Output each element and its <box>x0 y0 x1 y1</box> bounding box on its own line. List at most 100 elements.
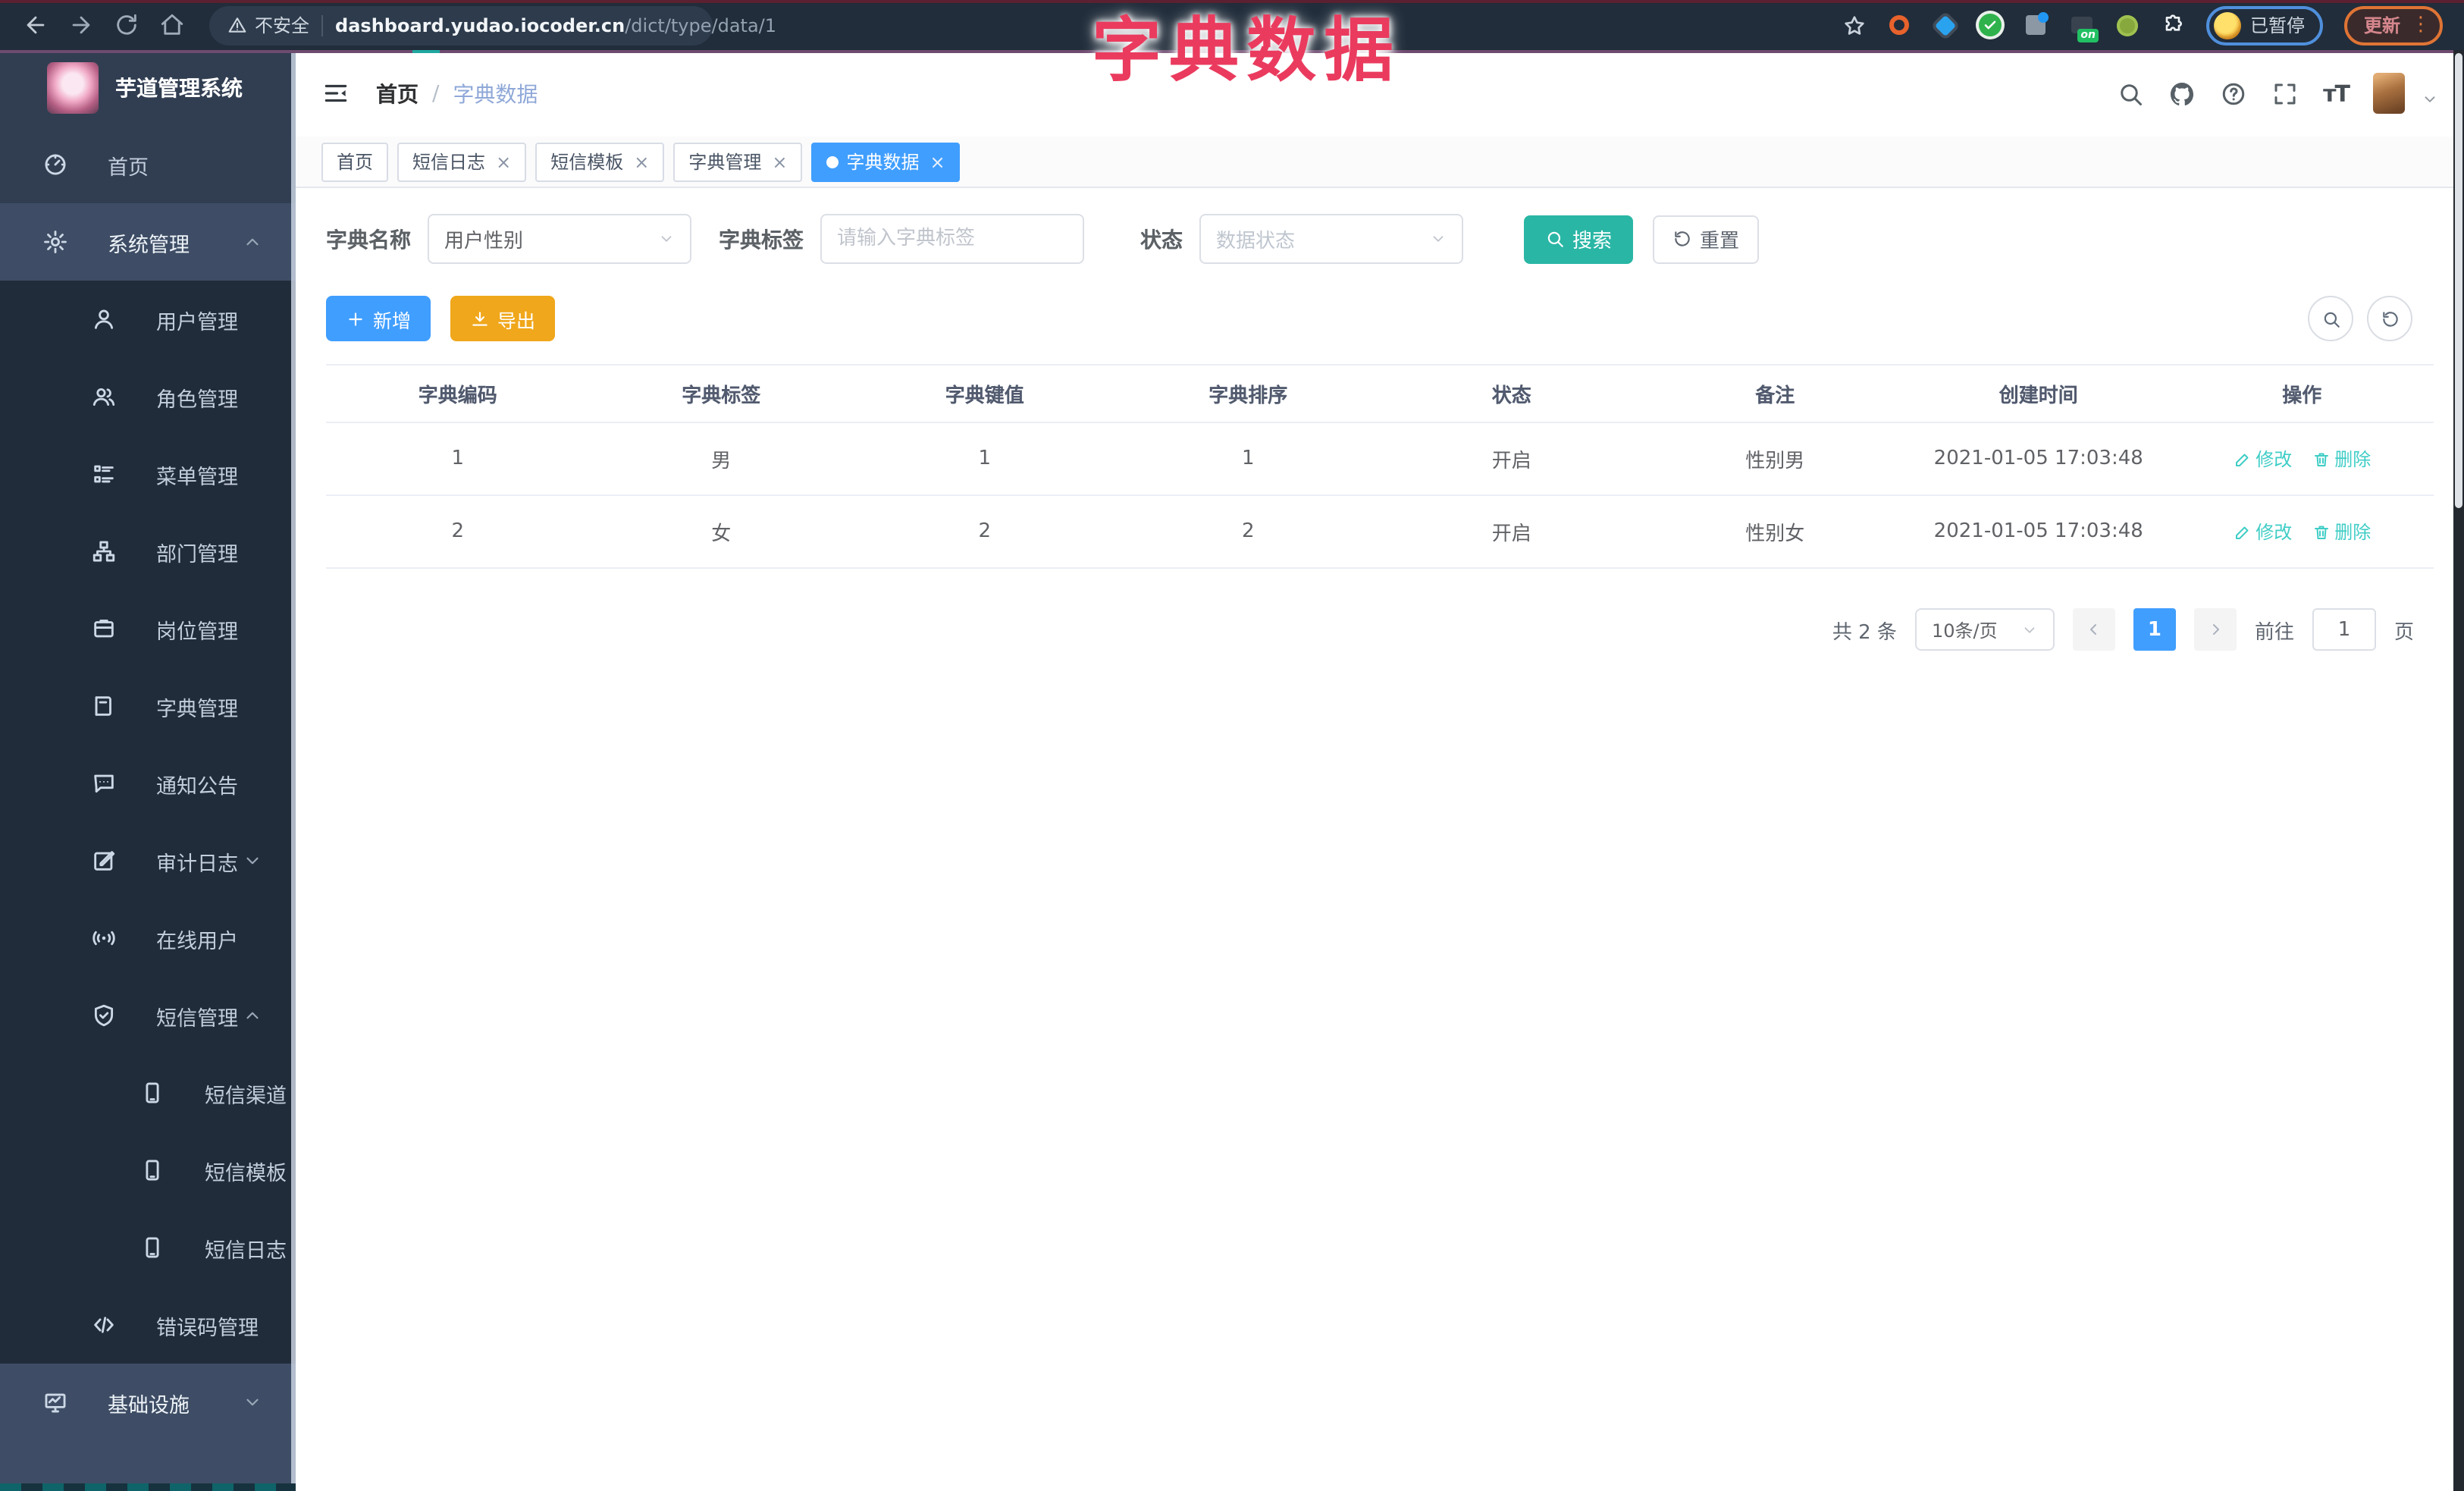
security-label: 不安全 <box>255 15 310 36</box>
blue-kite-icon[interactable] <box>1933 13 1958 37</box>
address-bar[interactable]: 不安全 dashboard.yudao.iocoder.cn/dict/type… <box>209 5 776 45</box>
edit-link-label: 修改 <box>2256 522 2293 543</box>
dict-name-label: 字典名称 <box>326 228 411 253</box>
toggle-search-button[interactable] <box>2308 296 2353 341</box>
warning-icon <box>227 15 247 35</box>
green-check-icon[interactable] <box>1979 13 2003 37</box>
sidebar-item-audit-log[interactable]: 审计日志 <box>0 822 296 899</box>
column-header: 创建时间 <box>1998 385 2078 408</box>
chevron-down-icon <box>243 851 262 871</box>
close-icon[interactable]: × <box>496 151 511 172</box>
goto-page-input[interactable] <box>2312 608 2376 651</box>
cell-actions: 修改 删除 <box>2171 446 2434 472</box>
sidebar-item-system-mgmt[interactable]: 系统管理 <box>0 203 296 281</box>
profile-paused-badge[interactable]: 已暂停 <box>2205 5 2323 45</box>
delete-link[interactable]: 删除 <box>2312 446 2371 472</box>
font-size-icon[interactable]: тT <box>2323 80 2350 107</box>
user-avatar[interactable] <box>2373 73 2405 114</box>
sidebar-item-label: 短信日志 <box>205 1238 287 1263</box>
dict-name-select[interactable]: 用户性别 <box>428 214 691 264</box>
table-row: 1 男 1 1 开启 性别男 2021-01-05 17:03:48 修改 删除 <box>326 423 2434 496</box>
sidebar-item-user-mgmt[interactable]: 用户管理 <box>0 281 296 358</box>
export-button[interactable]: 导出 <box>450 296 556 341</box>
sidebar-item-sms-mgmt[interactable]: 短信管理 <box>0 977 296 1054</box>
reset-button[interactable]: 重置 <box>1653 215 1760 263</box>
close-icon[interactable]: × <box>772 151 787 172</box>
page-1-button[interactable]: 1 <box>2133 608 2176 651</box>
gear-icon <box>42 229 68 255</box>
page-scrollbar[interactable] <box>2453 50 2464 1491</box>
close-icon[interactable]: × <box>930 151 945 172</box>
edit-link[interactable]: 修改 <box>2233 446 2292 472</box>
sidebar-item-sms-template[interactable]: 短信模板 <box>0 1132 296 1209</box>
search-button[interactable]: 搜索 <box>1524 215 1634 263</box>
window-edge <box>0 0 2464 3</box>
table-row: 2 女 2 2 开启 性别女 2021-01-05 17:03:48 修改 删除 <box>326 496 2434 569</box>
message-icon <box>91 771 117 796</box>
sidebar-item-dict-mgmt[interactable]: 字典管理 <box>0 667 296 745</box>
tab-dict-mgmt[interactable]: 字典管理 × <box>673 142 803 181</box>
sidebar-item-role-mgmt[interactable]: 角色管理 <box>0 358 296 435</box>
update-button[interactable]: 更新 ⋮ <box>2343 5 2443 45</box>
orange-ring-icon[interactable] <box>1888 13 1912 37</box>
back-icon[interactable] <box>23 12 49 38</box>
kebab-menu-icon[interactable]: ⋮ <box>2411 14 2431 36</box>
chevron-down-icon[interactable] <box>2422 91 2438 108</box>
next-page-button[interactable] <box>2193 608 2237 651</box>
sidebar-item-sms-channel[interactable]: 短信渠道 <box>0 1054 296 1132</box>
sidebar-item-home[interactable]: 首页 <box>0 126 296 203</box>
tab-sms-template[interactable]: 短信模板 × <box>535 142 665 181</box>
help-icon[interactable] <box>2220 80 2247 107</box>
sidebar-item-infrastructure[interactable]: 基础设施 <box>0 1364 296 1441</box>
cell-status: 开启 <box>1491 450 1531 473</box>
green-grid-icon[interactable] <box>2115 13 2140 37</box>
status-select[interactable]: 数据状态 <box>1199 214 1463 264</box>
bookmark-star-icon[interactable] <box>1842 13 1867 37</box>
sidebar-scrollbar[interactable] <box>291 50 296 1491</box>
sidebar-item-error-code-mgmt[interactable]: 错误码管理 <box>0 1286 296 1364</box>
column-header: 备注 <box>1755 385 1795 408</box>
chevron-down-icon <box>1430 231 1447 247</box>
sidebar-item-sms-log[interactable]: 短信日志 <box>0 1209 296 1286</box>
sidebar-item-post-mgmt[interactable]: 岗位管理 <box>0 590 296 667</box>
refresh-table-button[interactable] <box>2367 296 2412 341</box>
dict-data-table: 字典编码 字典标签 字典键值 字典排序 状态 备注 创建时间 操作 1 男 1 1 开启 性别男 2021-… <box>326 364 2434 569</box>
scrollbar-thumb[interactable] <box>2455 53 2462 508</box>
sidebar-item-menu-mgmt[interactable]: 菜单管理 <box>0 435 296 513</box>
delete-link[interactable]: 删除 <box>2312 519 2371 545</box>
tune-icon[interactable] <box>2024 12 2049 37</box>
tab-dict-data[interactable]: 字典数据 × <box>811 142 961 181</box>
total-count: 共 2 条 <box>1832 621 1897 644</box>
app-logo[interactable]: 芋道管理系统 <box>0 50 296 126</box>
sidebar-item-label: 短信渠道 <box>205 1084 287 1108</box>
puzzle-icon[interactable] <box>2161 13 2185 37</box>
chevron-up-icon <box>243 1006 262 1025</box>
add-button[interactable]: 新增 <box>326 296 431 341</box>
collapse-sidebar-icon[interactable] <box>321 79 350 108</box>
search-button-label: 搜索 <box>1572 231 1613 253</box>
sidebar-item-label: 菜单管理 <box>156 465 238 489</box>
sidebar-item-dept-mgmt[interactable]: 部门管理 <box>0 513 296 590</box>
tab-sms-log[interactable]: 短信日志 × <box>397 142 527 181</box>
sidebar-item-online-users[interactable]: 在线用户 <box>0 899 296 977</box>
page-size-select[interactable]: 10条/页 <box>1914 608 2055 651</box>
prev-page-button[interactable] <box>2072 608 2115 651</box>
fullscreen-icon[interactable] <box>2271 80 2299 107</box>
reload-icon[interactable] <box>114 12 140 38</box>
cell-actions: 修改 删除 <box>2171 519 2434 545</box>
close-icon[interactable]: × <box>634 151 649 172</box>
dict-label-input[interactable] <box>820 214 1084 264</box>
app-title: 芋道管理系统 <box>115 77 243 102</box>
on-badge-icon[interactable]: on <box>2070 13 2099 42</box>
sidebar-item-label: 基础设施 <box>108 1393 190 1417</box>
forward-icon[interactable] <box>68 12 94 38</box>
edit-link[interactable]: 修改 <box>2233 519 2292 545</box>
github-icon[interactable] <box>2168 80 2196 107</box>
sidebar-item-label: 系统管理 <box>108 233 190 257</box>
breadcrumb-home[interactable]: 首页 <box>376 78 419 108</box>
sidebar-item-notice[interactable]: 通知公告 <box>0 745 296 822</box>
search-icon[interactable] <box>2117 80 2144 107</box>
paused-label: 已暂停 <box>2249 15 2305 36</box>
tab-home[interactable]: 首页 <box>321 142 389 181</box>
home-icon[interactable] <box>159 12 185 38</box>
